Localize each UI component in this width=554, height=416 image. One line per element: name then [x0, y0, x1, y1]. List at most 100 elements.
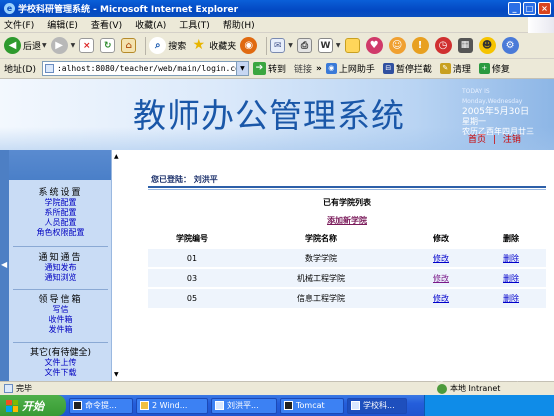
smiley-button[interactable]: ☻	[478, 37, 498, 54]
sidebar-item-college-config[interactable]: 学院配置	[9, 198, 112, 208]
refresh-icon: ↻	[100, 38, 116, 53]
toolbar-separator	[145, 36, 147, 55]
ie-logo-icon: e	[4, 3, 15, 14]
clock-button[interactable]: ◷	[434, 37, 454, 54]
clock-icon: ◷	[434, 37, 452, 54]
page-done-icon	[4, 384, 13, 393]
qq-button[interactable]: ☺	[388, 37, 408, 54]
menu-help[interactable]: 帮助(H)	[223, 18, 255, 31]
taskbar-item-tomcat[interactable]: Tomcat	[280, 397, 344, 414]
links-button[interactable]: 链接	[294, 62, 312, 75]
sidebar-item-publish-notice[interactable]: 通知发布	[9, 263, 112, 273]
address-dropdown-button[interactable]: ▼	[235, 61, 249, 76]
date-english: TODAY IS Monday,Wednesday	[462, 88, 523, 105]
zone-text: 本地 Intranet	[450, 384, 501, 393]
go-arrow-icon[interactable]: ➔	[252, 62, 266, 75]
ie-icon	[351, 401, 360, 410]
research-button[interactable]: ▦	[457, 38, 475, 53]
home-link[interactable]: 首页	[468, 135, 486, 145]
cell-name: 信息工程学院	[236, 287, 406, 308]
menu-tools[interactable]: 工具(T)	[179, 18, 210, 31]
edit-link[interactable]: 修改	[433, 254, 449, 263]
print-icon: ⎙	[296, 38, 312, 53]
sidebar-divider	[13, 342, 108, 343]
search-icon: ⌕	[149, 37, 167, 54]
search-button[interactable]: ⌕ 搜索	[149, 37, 186, 54]
clean-button[interactable]: ✎ 清理	[439, 62, 471, 75]
sidebar-item-role-config[interactable]: 角色权限配置	[9, 228, 112, 238]
media-button[interactable]: ◉	[240, 37, 259, 54]
add-college-link[interactable]: 添加新学院	[327, 216, 367, 225]
sidebar-item-file-upload[interactable]: 文件上传	[9, 358, 112, 368]
edit-button[interactable]: W ▼	[317, 38, 341, 53]
smiley-icon: ☻	[478, 37, 496, 54]
home-button[interactable]: ⌂	[121, 38, 138, 53]
stop-icon: ×	[79, 38, 95, 53]
address-input[interactable]: :alhost:8080/teacher/web/main/login.cgi	[41, 61, 237, 76]
maximize-button[interactable]: □	[523, 2, 536, 15]
back-button[interactable]: ◀ 后退 ▼	[4, 37, 47, 54]
window-title: 学校科研管理系统 - Microsoft Internet Explorer	[18, 5, 239, 15]
sidebar-item-browse-notice[interactable]: 通知浏览	[9, 273, 112, 283]
minimize-button[interactable]: _	[508, 2, 521, 15]
page-icon	[44, 64, 54, 73]
stop-button[interactable]: ×	[79, 38, 96, 53]
logout-link[interactable]: 注销	[503, 135, 521, 145]
delete-link[interactable]: 删除	[503, 254, 519, 263]
broom-icon: ✎	[439, 63, 451, 74]
sidebar-group-notice: 通知通告 通知发布 通知浏览	[9, 253, 112, 283]
start-button[interactable]: 开始	[0, 395, 66, 416]
table-title: 已有学院列表	[323, 198, 371, 207]
toolbar-separator	[266, 36, 268, 55]
repair-button[interactable]: + 修复	[478, 62, 510, 75]
sidebar-top-band	[9, 150, 111, 180]
scroll-up-icon[interactable]: ▲	[114, 153, 119, 160]
refresh-button[interactable]: ↻	[100, 38, 117, 53]
edit-link[interactable]: 修改	[433, 294, 449, 303]
scroll-down-icon[interactable]: ▼	[114, 371, 119, 378]
collapse-arrow-icon[interactable]: ◀	[1, 260, 7, 269]
sidebar-item-file-download[interactable]: 文件下载	[9, 368, 112, 378]
print-button[interactable]: ⎙	[296, 38, 314, 53]
taskbar-item-school[interactable]: 学校科...	[347, 397, 407, 414]
taskbar-item-cmd[interactable]: 命令提...	[69, 397, 133, 414]
edit-link[interactable]: 修改	[433, 274, 449, 283]
mail-button[interactable]: ✉ ▼	[270, 38, 293, 53]
discuss-button[interactable]	[344, 38, 362, 53]
col-header-edit: 修改	[406, 230, 476, 248]
menu-edit[interactable]: 编辑(E)	[47, 18, 78, 31]
delete-link[interactable]: 删除	[503, 274, 519, 283]
menu-file[interactable]: 文件(F)	[4, 18, 34, 31]
alert-button[interactable]: !	[411, 37, 431, 54]
sidebar-divider	[13, 246, 108, 247]
frame-scrollbar[interactable]: ▲ ▼	[112, 150, 121, 381]
repair-icon: +	[478, 63, 490, 74]
delete-link[interactable]: 删除	[503, 294, 519, 303]
table-row: 05 信息工程学院 修改 删除	[148, 287, 546, 308]
menu-view[interactable]: 查看(V)	[91, 18, 122, 31]
helper-icon: ◉	[325, 63, 337, 74]
sidebar-item-inbox[interactable]: 收件箱	[9, 315, 112, 325]
online-helper-button[interactable]: ◉ 上网助手	[325, 62, 375, 75]
gear-button[interactable]: ⚙	[501, 37, 521, 54]
sidebar-item-dept-config[interactable]: 系所配置	[9, 208, 112, 218]
alert-icon: !	[411, 37, 429, 54]
favorites-button[interactable]: ★ 收藏夹	[190, 37, 237, 54]
sidebar-item-write-letter[interactable]: 写信	[9, 305, 112, 315]
taskbar-item-ie[interactable]: 刘洪平...	[211, 397, 277, 414]
sidebar-item-staff-config[interactable]: 人员配置	[9, 218, 112, 228]
mail-icon: ✉	[270, 38, 286, 53]
taskbar-item-windows[interactable]: 2 Wind...	[136, 397, 208, 414]
pause-block-button[interactable]: ⊟ 暂停拦截	[382, 62, 432, 75]
close-button[interactable]: ×	[538, 2, 551, 15]
go-button[interactable]: 转到	[268, 62, 286, 75]
chevron-right-icon[interactable]: »	[316, 64, 322, 74]
edit-page-icon: W	[317, 38, 333, 53]
messenger-button[interactable]: ♥	[365, 37, 385, 54]
menu-favorites[interactable]: 收藏(A)	[135, 18, 166, 31]
media-icon: ◉	[240, 37, 258, 54]
sidebar-item-outbox[interactable]: 发件箱	[9, 325, 112, 335]
sidebar-group-title: 通知通告	[38, 253, 83, 263]
sidebar-collapse-bar[interactable]: ◀	[0, 150, 9, 381]
forward-button[interactable]: ▶ ▼	[50, 37, 75, 54]
